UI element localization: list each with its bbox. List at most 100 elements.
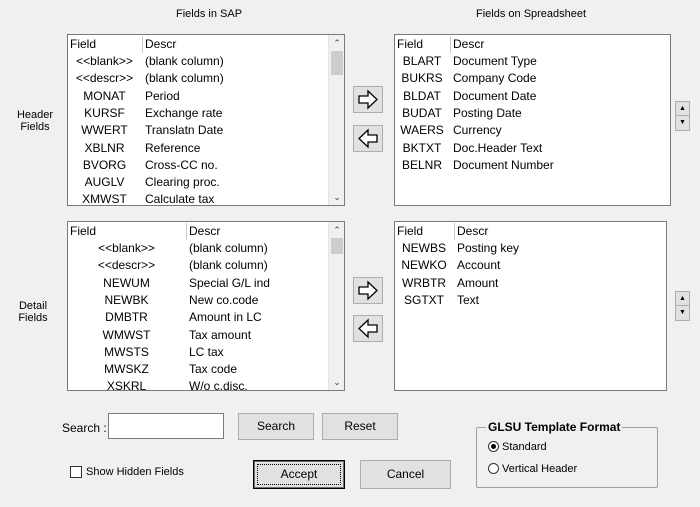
field-description: Document Date <box>453 88 537 103</box>
vertical-scrollbar[interactable]: ⌃ ⌄ <box>328 35 344 205</box>
list-item[interactable]: WWERT Translatn Date <box>68 122 327 139</box>
list-item[interactable]: BUKRS Company Code <box>395 70 670 87</box>
template-format-group <box>476 427 658 488</box>
list-item[interactable]: MWSKZ Tax code <box>68 361 327 378</box>
field-code: DMBTR <box>105 310 148 325</box>
radio-selected-dot <box>491 444 496 449</box>
vertical-header-radio-label: Vertical Header <box>502 463 578 475</box>
vertical-header-radio[interactable] <box>488 463 499 474</box>
field-description: Document Number <box>453 157 554 172</box>
list-item[interactable]: BLDAT Document Date <box>395 88 670 105</box>
search-input[interactable] <box>108 413 224 439</box>
header-order-spin-button[interactable]: ▲ ▼ <box>675 101 690 131</box>
list-item[interactable]: <<blank>> (blank column) <box>68 240 327 257</box>
list-item[interactable]: <<blank>> (blank column) <box>68 53 327 70</box>
list-item[interactable]: XMWST Calculate tax <box>68 191 327 206</box>
search-button[interactable]: Search <box>238 413 314 440</box>
list-item[interactable]: NEWUM Special G/L ind <box>68 275 327 292</box>
scroll-down-icon[interactable]: ⌄ <box>329 374 344 390</box>
field-description: Currency <box>453 123 502 138</box>
column-header-field: Field <box>397 224 424 238</box>
move-up-icon[interactable]: ▲ <box>676 292 689 306</box>
field-code: NEWUM <box>103 275 150 290</box>
header-move-right-button[interactable] <box>353 86 383 113</box>
header-sap-fields-list[interactable]: Field Descr <<blank>> (blank column) <<descr… <box>67 34 345 206</box>
list-item[interactable]: SGTXT Text <box>395 292 666 309</box>
field-code: BLDAT <box>403 88 441 103</box>
list-item[interactable]: MWSTS LC tax <box>68 344 327 361</box>
vertical-scrollbar[interactable]: ⌃ ⌄ <box>328 222 344 390</box>
right-arrow-icon <box>358 89 378 110</box>
field-code: NEWKO <box>401 258 447 273</box>
list-item[interactable]: BLART Document Type <box>395 53 670 70</box>
list-item[interactable]: MONAT Period <box>68 88 327 105</box>
field-description: Translatn Date <box>145 123 224 138</box>
list-item[interactable]: KURSF Exchange rate <box>68 105 327 122</box>
field-code: XBLNR <box>84 140 125 155</box>
detail-move-right-button[interactable] <box>353 277 383 304</box>
scroll-up-icon[interactable]: ⌃ <box>329 35 344 51</box>
field-code: WWERT <box>81 123 128 138</box>
field-code: XMWST <box>82 192 127 206</box>
list-item[interactable]: <<descr>> (blank column) <box>68 70 327 87</box>
field-description: Document Type <box>453 54 537 68</box>
list-item[interactable]: <<descr>> (blank column) <box>68 257 327 274</box>
list-item[interactable]: AUGLV Clearing proc. <box>68 174 327 191</box>
left-arrow-icon <box>358 128 378 149</box>
list-item[interactable]: BVORG Cross-CC no. <box>68 157 327 174</box>
reset-button[interactable]: Reset <box>322 413 398 440</box>
scroll-down-icon[interactable]: ⌄ <box>329 189 344 205</box>
header-spreadsheet-fields-list[interactable]: Field Descr BLART Document Type BUKRS Company… <box>394 34 671 206</box>
list-item[interactable]: BUDAT Posting Date <box>395 105 670 122</box>
column-divider <box>186 223 187 240</box>
list-item[interactable]: XBLNR Reference <box>68 140 327 157</box>
standard-radio[interactable] <box>488 441 499 452</box>
field-description: Account <box>457 258 501 273</box>
detail-sap-fields-list[interactable]: Field Descr <<blank>> (blank column) <<descr… <box>67 221 345 391</box>
field-description: Tax code <box>189 362 238 377</box>
list-item[interactable]: BELNR Document Number <box>395 157 670 174</box>
field-code: MWSKZ <box>104 362 149 377</box>
detail-move-left-button[interactable] <box>353 315 383 342</box>
header-fields-label: Header Fields <box>16 109 54 133</box>
list-item[interactable]: NEWBK New co.code <box>68 292 327 309</box>
list-item[interactable]: WRBTR Amount <box>395 275 666 292</box>
field-code: MONAT <box>83 88 126 103</box>
right-arrow-icon <box>358 280 378 301</box>
list-item[interactable]: WAERS Currency <box>395 122 670 139</box>
scrollbar-thumb[interactable] <box>331 51 343 75</box>
list-item[interactable]: NEWKO Account <box>395 257 666 274</box>
field-code: WMWST <box>102 327 151 342</box>
field-description: Doc.Header Text <box>453 140 543 155</box>
field-description: Clearing proc. <box>145 175 220 190</box>
list-item[interactable]: WMWST Tax amount <box>68 327 327 344</box>
field-code: <<blank>> <box>76 54 133 68</box>
detail-order-spin-button[interactable]: ▲ ▼ <box>675 291 690 321</box>
move-up-icon[interactable]: ▲ <box>676 102 689 116</box>
field-code: AUGLV <box>84 175 125 190</box>
show-hidden-fields-checkbox[interactable] <box>70 466 82 478</box>
field-description: (blank column) <box>145 71 224 86</box>
field-code: XSKRL <box>106 379 147 391</box>
field-description: LC tax <box>189 344 224 359</box>
header-move-left-button[interactable] <box>353 125 383 152</box>
list-item[interactable]: NEWBS Posting key <box>395 240 666 257</box>
move-down-icon[interactable]: ▼ <box>676 116 689 130</box>
column-header-descr: Descr <box>189 224 221 238</box>
template-format-title: GLSU Template Format <box>486 420 623 434</box>
list-header: Field Descr <box>395 223 666 240</box>
field-code: BVORG <box>82 157 127 172</box>
accept-button[interactable]: Accept <box>253 460 345 489</box>
field-description: Special G/L ind <box>189 275 270 290</box>
list-item[interactable]: DMBTR Amount in LC <box>68 309 327 326</box>
scroll-up-icon[interactable]: ⌃ <box>329 222 344 238</box>
left-arrow-icon <box>358 318 378 339</box>
list-item[interactable]: BKTXT Doc.Header Text <box>395 140 670 157</box>
column-header-field: Field <box>70 37 97 51</box>
list-item[interactable]: XSKRL W/o c.disc. <box>68 378 327 391</box>
field-description: Posting Date <box>453 105 522 120</box>
detail-spreadsheet-fields-list[interactable]: Field Descr NEWBS Posting key NEWKO Account WR… <box>394 221 667 391</box>
move-down-icon[interactable]: ▼ <box>676 306 689 320</box>
cancel-button[interactable]: Cancel <box>360 460 451 489</box>
scrollbar-thumb[interactable] <box>331 238 343 254</box>
